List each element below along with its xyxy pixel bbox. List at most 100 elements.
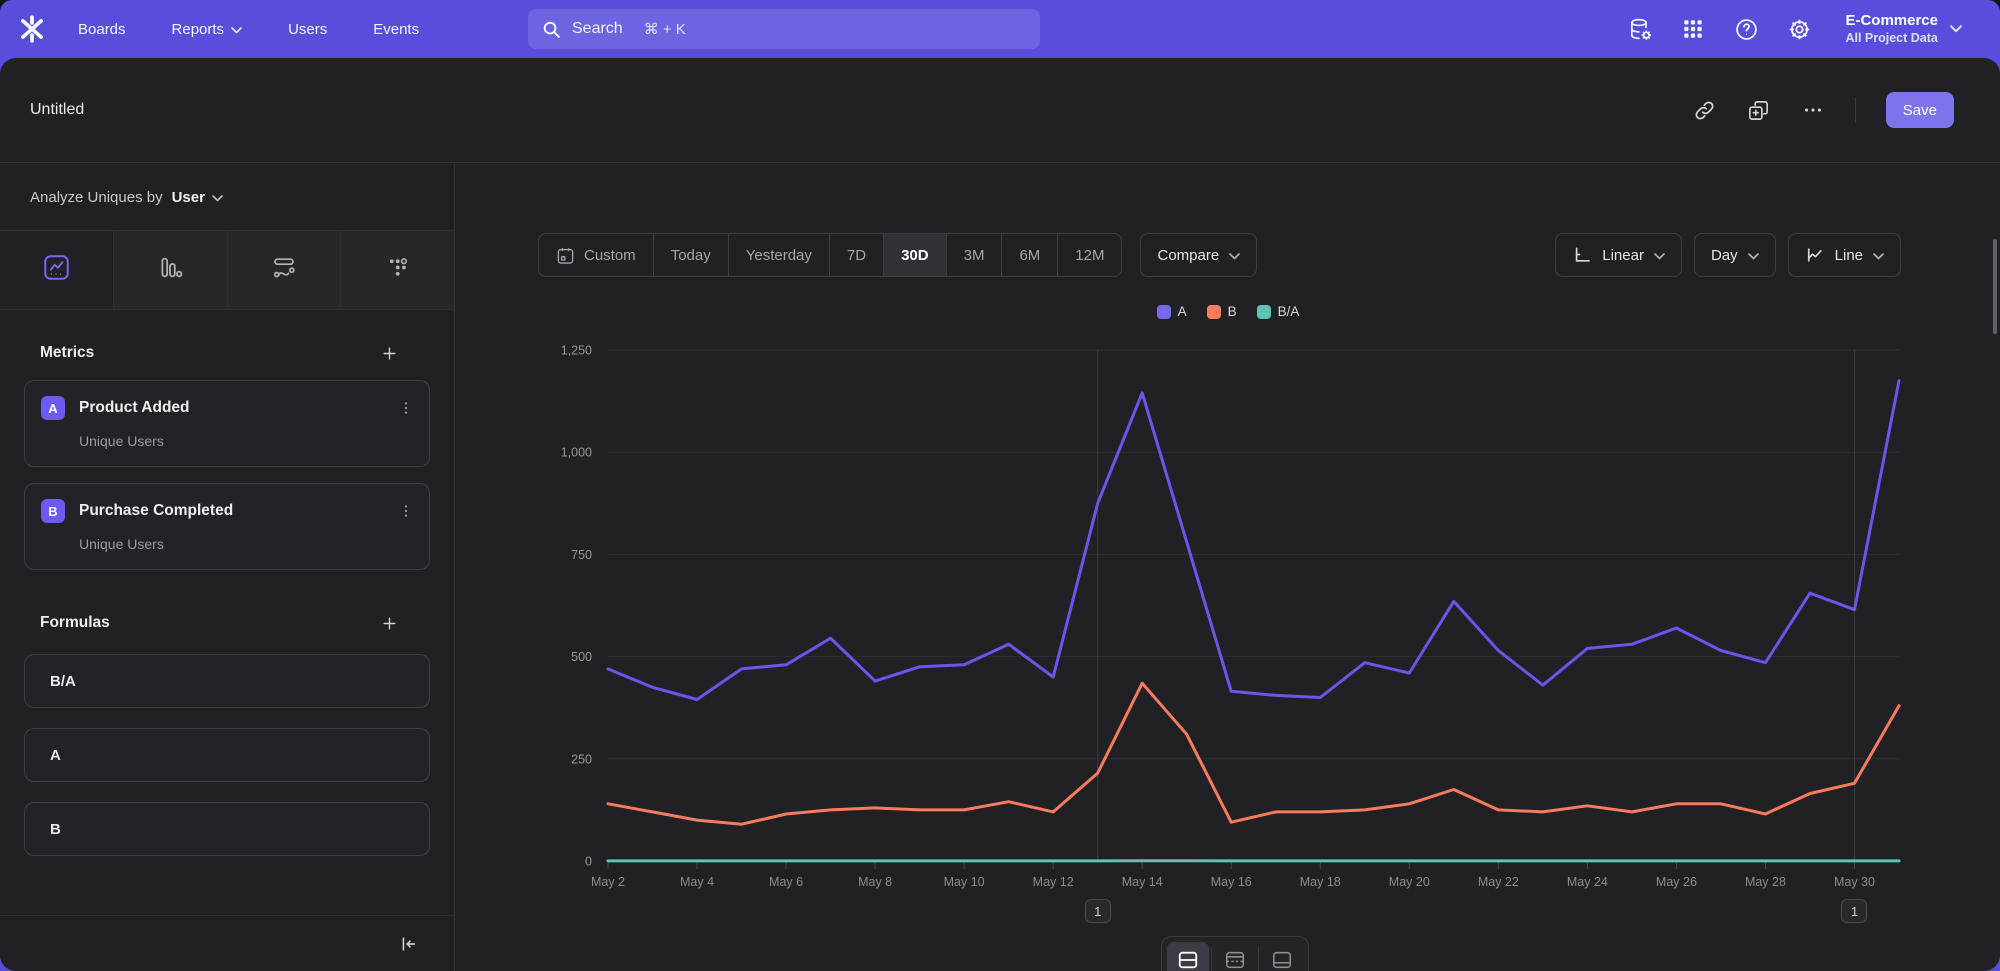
project-name: E-Commerce: [1845, 12, 1938, 31]
copy-link-icon[interactable]: [1693, 98, 1717, 122]
metric-letter-badge: A: [41, 396, 65, 420]
chart-type-tab-retention-dots[interactable]: [340, 231, 454, 309]
formula-expression: B: [50, 821, 61, 838]
nav-item-boards[interactable]: Boards: [78, 21, 126, 38]
metrics-title: Metrics: [40, 344, 94, 362]
kebab-menu-icon[interactable]: [395, 397, 417, 419]
metric-card[interactable]: A Product Added Unique Users: [24, 380, 430, 467]
nav-item-users[interactable]: Users: [288, 21, 327, 38]
nav-item-events[interactable]: Events: [373, 21, 419, 38]
scrollbar-thumb[interactable]: [1993, 239, 1997, 334]
analyze-by-dropdown[interactable]: User: [172, 189, 223, 206]
y-axis-tick-label: 750: [571, 548, 592, 562]
report-header: Untitled: [0, 58, 2000, 163]
view-toggle-table-view[interactable]: [1214, 942, 1256, 971]
mixpanel-app: Boards Reports Users Events Search ⌘ + K: [0, 0, 2000, 971]
formula-card[interactable]: B/A: [24, 654, 430, 708]
x-axis-tick-label: May 4: [680, 875, 714, 889]
formula-card[interactable]: B: [24, 802, 430, 856]
insights-line-chart-icon: [43, 254, 70, 286]
chart-panel: CustomTodayYesterday7D30D3M6M12M Compare…: [456, 164, 2000, 971]
view-toggle-chart-view[interactable]: [1261, 942, 1303, 971]
metric-card-row: A Product Added: [41, 396, 413, 420]
query-builder-sidebar: Analyze Uniques by User Metrics A Product…: [0, 164, 455, 971]
settings-gear-icon[interactable]: [1786, 16, 1812, 42]
apps-grid-icon[interactable]: [1680, 16, 1706, 42]
analyze-label: Analyze Uniques by: [30, 189, 163, 206]
metric-name: Product Added: [79, 399, 190, 417]
formula-expression: B/A: [50, 673, 76, 690]
table-view-icon: [1224, 949, 1246, 971]
view-toggle-split-chart-table-view[interactable]: [1167, 942, 1209, 971]
series-line-b[interactable]: [608, 683, 1899, 824]
top-nav: Boards Reports Users Events Search ⌘ + K: [0, 0, 2000, 58]
formula-expression: A: [50, 747, 61, 764]
divider: [1855, 97, 1856, 123]
primary-nav: Boards Reports Users Events: [78, 21, 419, 38]
sidebar-body: Metrics A Product Added Unique Users B Purch…: [0, 311, 454, 914]
kebab-menu-icon[interactable]: [395, 500, 417, 522]
metric-card[interactable]: B Purchase Completed Unique Users: [24, 483, 430, 570]
flows-icon: [271, 255, 297, 286]
formula-card[interactable]: A: [24, 728, 430, 782]
formulas-section-head: Formulas: [40, 612, 400, 634]
x-axis-tick-label: May 22: [1478, 875, 1519, 889]
nav-item-label: Events: [373, 21, 419, 38]
mixpanel-logo-icon: [18, 15, 46, 43]
x-axis-tick-label: May 12: [1033, 875, 1074, 889]
x-axis-tick-label: May 24: [1567, 875, 1608, 889]
collapse-sidebar-icon[interactable]: [395, 931, 421, 957]
add-metric-button[interactable]: [378, 342, 400, 364]
metric-letter-badge: B: [41, 499, 65, 523]
report-title[interactable]: Untitled: [30, 101, 84, 119]
funnels-bars-icon: [158, 255, 183, 285]
chart-type-tab-insights-line-chart[interactable]: [0, 231, 113, 309]
x-axis-tick-label: May 2: [591, 875, 625, 889]
y-axis-tick-label: 1,250: [561, 344, 592, 358]
divider: [1258, 947, 1259, 971]
x-axis-tick-label: May 20: [1389, 875, 1430, 889]
x-axis-tick-label: May 26: [1656, 875, 1697, 889]
search-shortcut: ⌘ + K: [644, 20, 686, 38]
metric-measure[interactable]: Unique Users: [79, 536, 413, 552]
x-axis-tick-label: May 16: [1211, 875, 1252, 889]
report-canvas: Untitled: [0, 58, 2000, 971]
view-mode-toggles: [1161, 936, 1309, 971]
metric-name: Purchase Completed: [79, 502, 233, 520]
analyze-row: Analyze Uniques by User: [0, 164, 454, 231]
nav-item-reports[interactable]: Reports: [172, 21, 243, 38]
project-switcher[interactable]: E-Commerce All Project Data: [1845, 12, 1962, 46]
retention-dots-icon: [385, 255, 410, 285]
x-axis-tick-label: May 28: [1745, 875, 1786, 889]
trend-line-chart[interactable]: 02505007501,0001,250May 2May 4May 6May 8…: [456, 164, 2000, 971]
save-button[interactable]: Save: [1886, 92, 1954, 128]
annotation-badge[interactable]: 1: [1841, 899, 1867, 923]
y-axis-tick-label: 250: [571, 752, 592, 766]
help-icon[interactable]: [1733, 16, 1759, 42]
chart-view-icon: [1271, 949, 1293, 971]
series-line-a[interactable]: [608, 381, 1899, 700]
search-icon: [542, 20, 561, 39]
x-axis-tick-label: May 30: [1834, 875, 1875, 889]
search-input[interactable]: Search ⌘ + K: [528, 9, 1040, 49]
x-axis-tick-label: May 6: [769, 875, 803, 889]
chart-type-tab-funnels-bars[interactable]: [113, 231, 227, 309]
more-options-icon[interactable]: [1801, 98, 1825, 122]
metrics-section-head: Metrics: [40, 342, 400, 364]
nav-right-actions: E-Commerce All Project Data: [1627, 0, 1962, 58]
mixpanel-logo[interactable]: [0, 15, 64, 43]
y-axis-tick-label: 500: [571, 650, 592, 664]
x-axis-tick-label: May 14: [1122, 875, 1163, 889]
nav-item-label: Boards: [78, 21, 126, 38]
metric-measure[interactable]: Unique Users: [79, 433, 413, 449]
y-axis-tick-label: 1,000: [561, 446, 592, 460]
duplicate-icon[interactable]: [1747, 98, 1771, 122]
data-management-icon[interactable]: [1627, 16, 1653, 42]
x-axis-tick-label: May 18: [1300, 875, 1341, 889]
annotation-badge[interactable]: 1: [1085, 899, 1111, 923]
analyze-by-value: User: [172, 189, 205, 206]
chart-type-tab-flows[interactable]: [227, 231, 341, 309]
metric-card-row: B Purchase Completed: [41, 499, 413, 523]
nav-item-label: Reports: [172, 21, 225, 38]
add-formula-button[interactable]: [378, 612, 400, 634]
